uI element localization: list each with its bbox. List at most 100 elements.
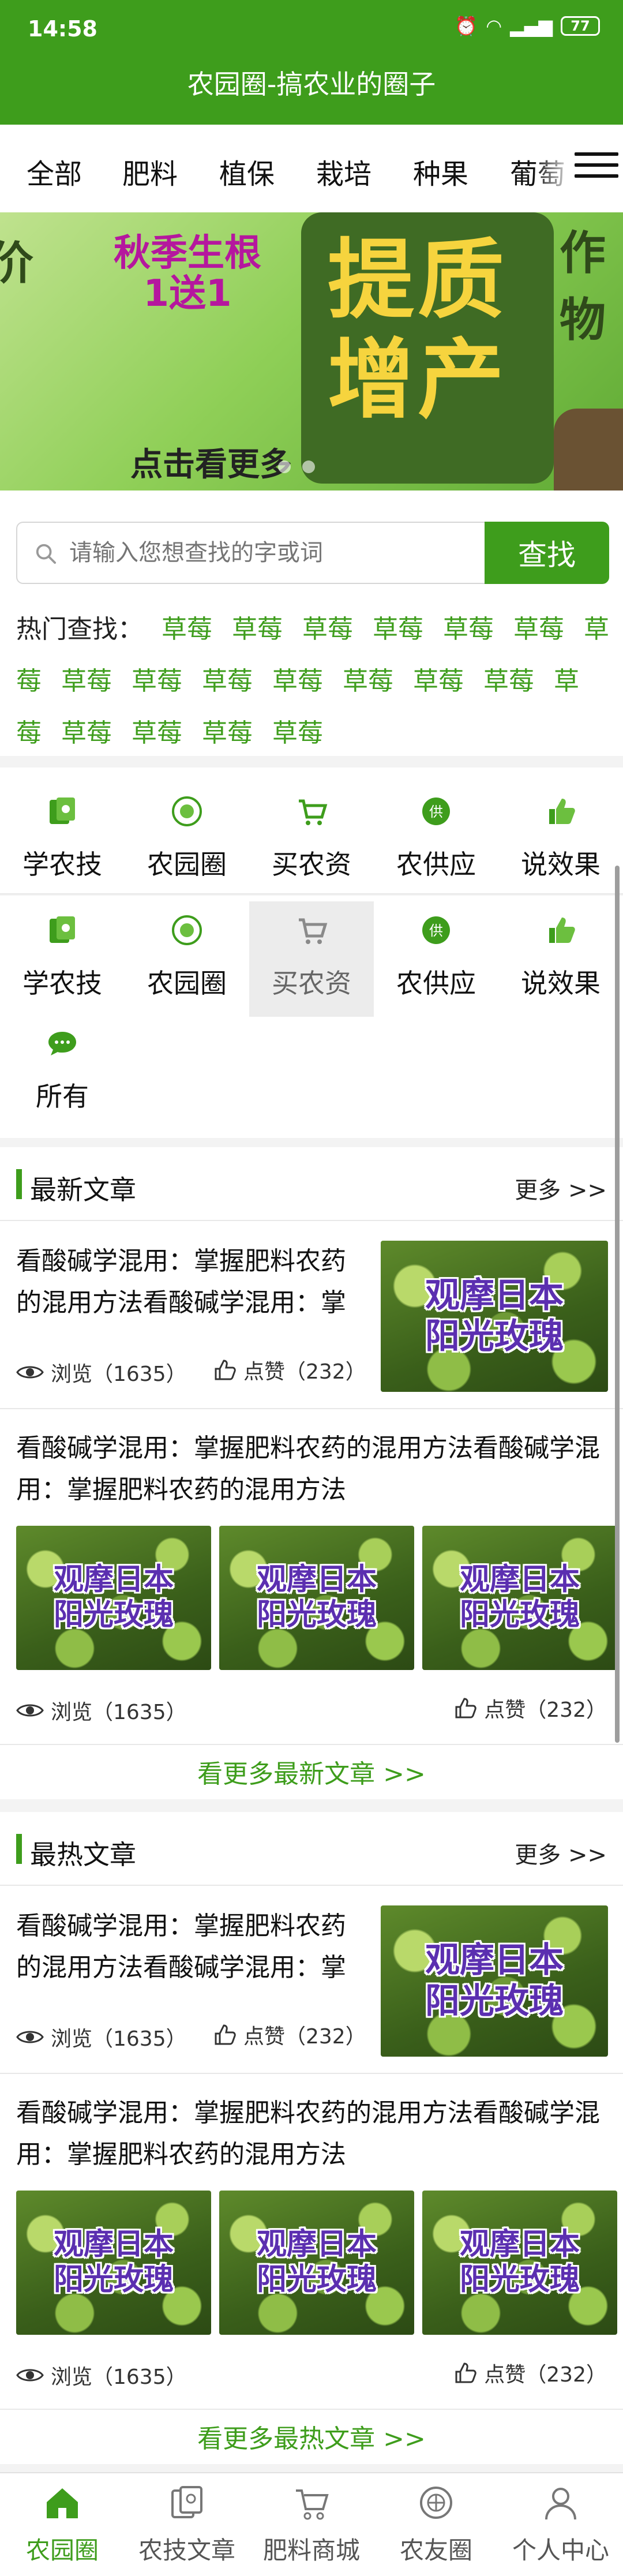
hottest-articles-section: 最热文章 更多 >> 看酸碱学混用：掌握肥料农药的混用方法看酸碱学混用：掌握肥料… xyxy=(0,1812,623,2464)
search-button[interactable]: 查找 xyxy=(485,522,609,584)
alarm-icon: ⏰ xyxy=(455,15,478,37)
hot-search-tag[interactable]: 草莓 xyxy=(513,615,564,644)
hot-search-tag[interactable]: 草莓 xyxy=(343,667,393,696)
quick-link-effect-2[interactable]: 说效果 xyxy=(498,913,623,1001)
thumbnail-caption: 观摩日本 阳光玫瑰 xyxy=(53,2227,174,2297)
banner-right-text: 作物 xyxy=(560,226,606,347)
hot-search-tag[interactable]: 草莓 xyxy=(272,667,323,696)
quick-link-learn-2[interactable]: 学农技 xyxy=(0,913,125,1001)
scrollbar[interactable] xyxy=(615,866,620,1743)
hot-search-tag[interactable]: 草莓 xyxy=(162,615,212,644)
quick-link-label: 学农技 xyxy=(22,849,102,880)
hot-search-tag[interactable]: 草莓 xyxy=(483,667,534,696)
banner-promo-line2: 1送1 xyxy=(143,272,232,316)
like-count[interactable]: 点赞（232） xyxy=(213,1355,366,1385)
article-thumbnail: 观摩日本 阳光玫瑰 xyxy=(219,2191,414,2335)
hot-search-tag[interactable]: 草莓 xyxy=(232,615,283,644)
category-fruit[interactable]: 种果 xyxy=(413,151,468,192)
category-cultivation[interactable]: 栽培 xyxy=(316,151,371,192)
hot-search-tag[interactable]: 草莓 xyxy=(132,718,182,748)
eye-icon xyxy=(16,1366,44,1379)
banner-headline: 提质 增产 xyxy=(328,231,508,430)
menu-icon[interactable] xyxy=(575,152,618,185)
quick-link-label: 农园圈 xyxy=(147,849,227,880)
like-count-text: 点赞（232） xyxy=(484,2363,607,2387)
quick-link-supply-2[interactable]: 供 农供应 xyxy=(374,913,498,1001)
article-thumbnail: 观摩日本 阳光玫瑰 xyxy=(422,1526,617,1670)
hot-search-tag[interactable]: 草莓 xyxy=(202,718,253,748)
like-count[interactable]: 点赞（232） xyxy=(213,2020,366,2050)
view-count: 浏览（1635） xyxy=(16,2360,187,2390)
home-icon xyxy=(47,2488,78,2518)
hot-search-tag[interactable]: 草莓 xyxy=(61,667,112,696)
see-more-latest[interactable]: 看更多最新文章 >> xyxy=(0,1753,623,1790)
more-link[interactable]: 更多 >> xyxy=(515,1836,607,1870)
article-thumbnail: 观摩日本 阳光玫瑰 xyxy=(219,1526,414,1670)
like-count[interactable]: 点赞（232） xyxy=(454,2358,607,2388)
hot-search-tag[interactable]: 草莓 xyxy=(272,718,323,748)
quick-link-label: 说效果 xyxy=(521,968,601,999)
quick-link-buy[interactable]: 买农资 xyxy=(249,794,374,882)
category-plant-protection[interactable]: 植保 xyxy=(219,151,275,192)
tab-friends[interactable]: 农友圈 xyxy=(374,2483,498,2566)
view-count-text: 浏览（1635） xyxy=(51,1362,187,1386)
category-all[interactable]: 全部 xyxy=(27,151,82,192)
orchard-circle-icon xyxy=(172,915,202,945)
hot-search-tag[interactable]: 草莓 xyxy=(61,718,112,748)
quick-link-label: 农园圈 xyxy=(147,968,227,999)
article-card[interactable]: 看酸碱学混用：掌握肥料农药的混用方法看酸碱学混用：掌握肥料农药的混用方法 观摩日… xyxy=(0,1410,623,1745)
quick-link-circle[interactable]: 农园圈 xyxy=(125,794,249,882)
eye-icon xyxy=(16,1704,44,1717)
article-thumbnail: 观摩日本 阳光玫瑰 xyxy=(381,1905,608,2057)
thumbs-up-icon xyxy=(549,918,575,943)
tab-home[interactable]: 农园圈 xyxy=(0,2483,125,2566)
quick-link-label: 说效果 xyxy=(521,849,601,880)
see-more-hottest[interactable]: 看更多最热文章 >> xyxy=(0,2418,623,2455)
quick-link-label: 农供应 xyxy=(396,968,476,999)
orchard-circle-icon xyxy=(172,796,202,826)
tab-label: 个人中心 xyxy=(512,2536,609,2564)
bottom-tab-bar: 农园圈 农技文章 肥料商城 农友圈 个人中心 xyxy=(0,2472,623,2576)
hot-search-tag[interactable]: 草莓 xyxy=(373,615,423,644)
quick-link-label: 农供应 xyxy=(396,849,476,880)
hot-search-tag[interactable]: 草莓 xyxy=(443,615,494,644)
category-fertilizer[interactable]: 肥料 xyxy=(122,151,178,192)
article-gallery: 观摩日本 阳光玫瑰 观摩日本 阳光玫瑰 观摩日本 阳光玫瑰 xyxy=(16,1526,617,1670)
hot-search-tag[interactable]: 草莓 xyxy=(132,667,182,696)
promo-banner[interactable]: 价 秋季生根 1送1 提质 增产 作物 点击看更多 xyxy=(0,212,623,491)
more-bubble-icon xyxy=(48,1032,76,1055)
quick-link-supply[interactable]: 供 农供应 xyxy=(374,794,498,882)
article-card[interactable]: 看酸碱学混用：掌握肥料农药的混用方法看酸碱学混用：掌握肥料农药的混用方法 观摩日… xyxy=(0,2075,623,2410)
quick-link-buy-2[interactable]: 买农资 xyxy=(249,913,374,1001)
battery-level: 77 xyxy=(571,18,590,34)
more-link[interactable]: 更多 >> xyxy=(515,1171,607,1205)
hot-search-tag[interactable]: 草莓 xyxy=(413,667,464,696)
carousel-dot[interactable] xyxy=(278,460,291,473)
thumbnail-caption: 观摩日本 阳光玫瑰 xyxy=(459,2227,580,2297)
article-card[interactable]: 看酸碱学混用：掌握肥料农药的混用方法看酸碱学混用：掌握肥料农药的混用方法 观摩日… xyxy=(0,1221,623,1409)
article-card[interactable]: 看酸碱学混用：掌握肥料农药的混用方法看酸碱学混用：掌握肥料农药的混用方法 观摩日… xyxy=(0,1886,623,2074)
banner-left-text: 价 xyxy=(0,238,34,290)
thumbnail-caption: 观摩日本 阳光玫瑰 xyxy=(256,1562,377,1633)
carousel-dot[interactable] xyxy=(302,460,315,473)
tab-articles[interactable]: 农技文章 xyxy=(125,2483,249,2566)
search-input[interactable] xyxy=(68,534,472,571)
quick-link-effect[interactable]: 说效果 xyxy=(498,794,623,882)
supply-icon: 供 xyxy=(422,797,450,825)
hot-search-tag[interactable]: 草莓 xyxy=(302,615,353,644)
tab-shop[interactable]: 肥料商城 xyxy=(249,2483,374,2566)
user-icon xyxy=(545,2488,576,2520)
banner-cta[interactable]: 点击看更多 xyxy=(130,439,292,485)
thumbnail-caption: 观摩日本 阳光玫瑰 xyxy=(256,2227,377,2297)
quick-link-all[interactable]: 所有 xyxy=(0,1026,125,1114)
quick-link-learn[interactable]: 学农技 xyxy=(0,794,125,882)
like-count[interactable]: 点赞（232） xyxy=(454,1693,607,1723)
quick-link-circle-2[interactable]: 农园圈 xyxy=(125,913,249,1001)
thumbs-up-outline-icon xyxy=(455,1698,477,1718)
top-bar: 14:58 ⏰ ◠ ▂▄▆ 77 农园圈-搞农业的圈子 xyxy=(0,0,623,125)
hot-search-tag[interactable]: 草莓 xyxy=(202,667,253,696)
banner-headline-line1: 提质 xyxy=(328,230,508,331)
section-accent-bar xyxy=(16,1169,22,1199)
tab-profile[interactable]: 个人中心 xyxy=(498,2483,623,2566)
quick-link-label: 买农资 xyxy=(272,968,351,999)
